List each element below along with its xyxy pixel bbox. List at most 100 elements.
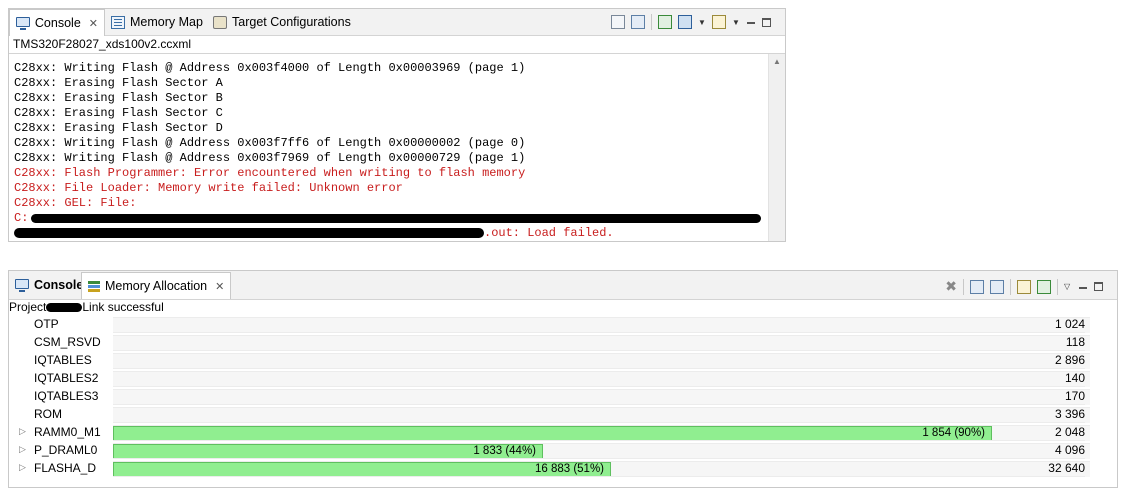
memory-region-size: 3 396	[1054, 407, 1085, 421]
clear-console-icon[interactable]	[611, 15, 625, 29]
table-row[interactable]: ROM 3 396	[9, 405, 1117, 423]
memory-region-name: CSM_RSVD	[34, 335, 101, 349]
console-config-name: TMS320F28027_xds100v2.ccxml	[13, 37, 192, 51]
memory-region-size: 2 048	[1054, 425, 1085, 439]
table-row[interactable]: IQTABLES3 170	[9, 387, 1117, 405]
chevron-down-icon[interactable]: ▼	[732, 18, 740, 27]
memory-region-name: RAMM0_M1	[34, 425, 101, 439]
redaction-mark	[46, 303, 83, 313]
scroll-up-icon[interactable]: ▲	[773, 57, 781, 66]
usage-track	[113, 353, 1090, 369]
usage-track	[113, 407, 1090, 423]
table-row[interactable]: IQTABLES 2 896	[9, 351, 1117, 369]
console-line: C28xx: Writing Flash @ Address 0x003f400…	[14, 61, 526, 75]
scroll-lock-icon[interactable]	[631, 15, 645, 29]
console-tab-bar: Console ✕ Memory Map Target Configuratio…	[9, 9, 785, 36]
row-divider	[113, 476, 1085, 477]
tab-target-configurations[interactable]: Target Configurations	[207, 9, 357, 35]
usage-track: 16 883 (51%)	[113, 461, 1090, 477]
tab-console[interactable]: Console	[9, 272, 89, 298]
table-row[interactable]: OTP 1 024	[9, 315, 1117, 333]
tab-console-label: Console	[34, 278, 84, 292]
table-row[interactable]: CSM_RSVD 118	[9, 333, 1117, 351]
expand-all-icon[interactable]	[970, 279, 984, 294]
project-label: Project	[9, 300, 47, 314]
display-console-icon[interactable]	[678, 15, 692, 29]
memory-allocation-icon	[88, 280, 100, 293]
usage-track: 1 833 (44%)	[113, 443, 1090, 459]
toolbar-separator	[651, 14, 652, 30]
console-line: C28xx: File Loader: Memory write failed:…	[14, 181, 403, 195]
usage-bar: 1 854 (90%)	[113, 426, 992, 441]
table-row[interactable]: ▷ RAMM0_M1 1 854 (90%) 2 048	[9, 423, 1117, 441]
usage-track	[113, 335, 1090, 351]
new-view-icon[interactable]	[1017, 279, 1031, 294]
table-row[interactable]: IQTABLES2 140	[9, 369, 1117, 387]
link-status: Link successful	[82, 300, 164, 314]
memory-region-name: ROM	[34, 407, 62, 421]
close-icon[interactable]: ✕	[215, 280, 224, 293]
memory-allocation-view: Console Memory Allocation ✕ ✖ ▽ Project L…	[8, 270, 1118, 488]
console-line: C28xx: Writing Flash @ Address 0x003f7ff…	[14, 136, 526, 150]
tab-memory-map-label: Memory Map	[130, 15, 203, 29]
usage-bar: 1 833 (44%)	[113, 444, 543, 459]
console-view: Console ✕ Memory Map Target Configuratio…	[8, 8, 786, 242]
pin-console-icon[interactable]	[658, 15, 672, 29]
memory-region-name: FLASHA_D	[34, 461, 97, 475]
usage-track	[113, 371, 1090, 387]
console-line: C28xx: Writing Flash @ Address 0x003f796…	[14, 151, 526, 165]
tab-memory-allocation-label: Memory Allocation	[105, 279, 208, 293]
console-icon	[15, 279, 29, 292]
toolbar-separator	[1010, 278, 1011, 295]
memory-allocation-tab-bar: Console Memory Allocation ✕ ✖ ▽	[9, 271, 1117, 300]
memory-region-size: 2 896	[1054, 353, 1085, 367]
table-row[interactable]: ▷ P_DRAML0 1 833 (44%) 4 096	[9, 441, 1117, 459]
tab-target-configurations-label: Target Configurations	[232, 15, 351, 29]
tab-console[interactable]: Console ✕	[9, 9, 105, 36]
console-output[interactable]: C28xx: Writing Flash @ Address 0x003f400…	[9, 53, 785, 241]
pin-view-icon[interactable]	[1037, 279, 1051, 294]
redaction-mark	[14, 228, 484, 238]
toolbar-separator	[1057, 278, 1058, 295]
memory-region-size: 140	[1064, 371, 1085, 385]
remove-icon[interactable]: ✖	[945, 278, 957, 295]
console-line: C28xx: Erasing Flash Sector B	[14, 91, 223, 105]
tab-console-label: Console	[34, 16, 81, 30]
redaction-mark	[31, 214, 761, 223]
collapse-all-icon[interactable]	[990, 279, 1004, 294]
expand-icon[interactable]: ▷	[19, 462, 26, 473]
memory-region-size: 4 096	[1054, 443, 1085, 457]
console-line: C28xx: Erasing Flash Sector A	[14, 76, 223, 90]
memory-region-size: 1 024	[1054, 317, 1085, 331]
console-line: C28xx: Erasing Flash Sector D	[14, 121, 223, 135]
tab-memory-map[interactable]: Memory Map	[105, 9, 209, 35]
maximize-icon[interactable]	[762, 17, 771, 27]
project-status-line: Project Link successful	[9, 299, 164, 315]
view-menu-icon[interactable]: ▽	[1064, 282, 1072, 291]
target-configurations-icon	[213, 15, 227, 29]
memory-region-name: IQTABLES2	[34, 371, 99, 385]
console-scrollbar[interactable]: ▲	[768, 54, 785, 241]
memory-map-icon	[111, 15, 125, 29]
tab-memory-allocation[interactable]: Memory Allocation ✕	[81, 272, 232, 299]
memory-region-name: IQTABLES3	[34, 389, 99, 403]
close-icon[interactable]: ✕	[89, 17, 98, 30]
minimize-icon[interactable]	[746, 17, 756, 27]
memory-region-name: P_DRAML0	[34, 443, 98, 457]
usage-track	[113, 389, 1090, 405]
usage-track	[113, 317, 1090, 333]
expand-icon[interactable]: ▷	[19, 444, 26, 455]
console-line: C28xx: Flash Programmer: Error encounter…	[14, 166, 526, 180]
maximize-icon[interactable]	[1094, 282, 1103, 291]
memory-region-size: 118	[1065, 335, 1085, 349]
memory-region-name: OTP	[34, 317, 59, 331]
toolbar-separator	[963, 278, 964, 295]
minimize-icon[interactable]	[1078, 282, 1088, 292]
table-row[interactable]: ▷ FLASHA_D 16 883 (51%) 32 640	[9, 459, 1117, 477]
console-line: C28xx: Erasing Flash Sector C	[14, 106, 223, 120]
console-toolbar: ▼ ▼	[611, 14, 771, 30]
chevron-down-icon[interactable]: ▼	[698, 18, 706, 27]
open-console-icon[interactable]	[712, 15, 726, 29]
expand-icon[interactable]: ▷	[19, 426, 26, 437]
usage-bar: 16 883 (51%)	[113, 462, 611, 477]
